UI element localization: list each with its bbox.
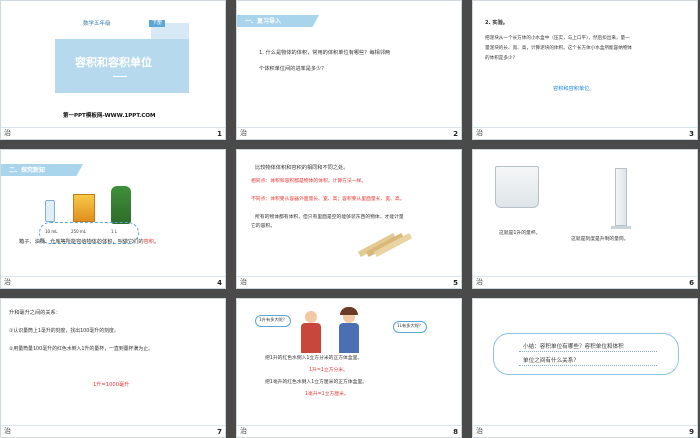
footer-logo: 治 [4, 278, 11, 286]
relation-title: 升和毫升之间的关系： [9, 310, 61, 316]
cereal-box-image [73, 194, 95, 222]
experiment-line-1: 把1升的红色水倒入1立方分米的正方体盒里。 [265, 356, 363, 361]
footer-logo: 治 [4, 427, 11, 435]
result-line-2: 1毫升=1立方厘米。 [305, 392, 349, 397]
answer-note: 容积和容积单位。 [553, 86, 595, 92]
footer-logo: 治 [476, 129, 483, 137]
slide-sorter-grid: 数学五年级 下册 容积和容积单位 第一PPT模板网-WWW.1PPT.COM 治… [0, 0, 700, 438]
grade-label: 数学五年级 [83, 21, 111, 27]
slide-thumbnail-7[interactable]: 升和毫升之间的关系： ①认识量筒上1毫升的刻度，找出100毫升的刻度。 ②用量筒… [0, 298, 226, 438]
green-bottle-image [111, 186, 131, 224]
summary-line-2: 单位之间有什么关系？ [523, 358, 579, 364]
slide-title: 容积和容积单位 [75, 56, 152, 69]
caption-suffix: 。 [153, 239, 160, 245]
comparison-intro: 比较物体体积和容积的相同和不同之处。 [255, 165, 349, 171]
slide-thumbnail-8[interactable]: 1升有多大呢？ 1L有多大呢？ 把1升的红色水倒入1立方分米的正方体盒里。 1升… [236, 298, 462, 438]
caption-prefix: 箱子、油桶、仓库等所能容纳物体的体积，叫做它们的 [19, 239, 144, 245]
question-line-2: 个体积单位间的进率是多少？ [259, 66, 327, 72]
label-1l: 1 L [111, 229, 118, 234]
speech-bubble-right: 1L有多大呢？ [393, 321, 427, 333]
slide-number: 8 [453, 428, 458, 436]
experiment-line-3: 的体积是多少？ [485, 56, 518, 61]
cylinder-base [611, 226, 631, 229]
footer-logo: 治 [240, 427, 247, 435]
experiment-line-2: 把1毫升的红色水倒入1立方厘米的正方体盒里。 [265, 380, 368, 385]
note-line-2: 它的容积。 [251, 224, 275, 229]
footer-logo: 治 [476, 278, 483, 286]
note-line-1: 所有的物体都有体积，但只有里面是空的能够装东西的物体，才能计量 [255, 215, 404, 220]
summary-rule-2 [519, 365, 657, 366]
slide-number: 5 [453, 279, 458, 287]
slide-footer: 治 6 [473, 276, 697, 288]
slide-number: 2 [453, 130, 458, 138]
wood-blocks-image [357, 228, 413, 258]
relation-result: 1升=1000毫升 [93, 382, 130, 388]
result-line-1: 1升=1立方分米。 [309, 368, 348, 373]
measuring-cylinder-image [615, 168, 627, 226]
summary-line-1: 小结：容积单位有哪些？容积单位和体积 [523, 344, 624, 350]
slide-number: 7 [217, 428, 222, 436]
experiment-line-1: 把泥块从一个长方体的小水盒中（压实，与上口平），然后扣出来，量一 [485, 36, 630, 41]
kids-illustration [289, 305, 385, 357]
footer-logo: 治 [4, 129, 11, 137]
footer-logo: 治 [476, 427, 483, 435]
summary-frame [493, 333, 679, 375]
cylinder-caption: 这就是刻度是升制的量筒。 [571, 237, 629, 242]
slide-number: 9 [689, 428, 694, 436]
slide-footer: 治 8 [237, 425, 461, 437]
capacity-caption: 箱子、油桶、仓库等所能容纳物体的体积，叫做它们的容积。 [19, 238, 159, 246]
slide-thumbnail-2[interactable]: 一、复习导入 1. 什么是物体的体积，常用的体积单位有哪些？每相邻两 个体积单位… [236, 0, 462, 140]
slide-thumbnail-3[interactable]: 2. 实验。 把泥块从一个长方体的小水盒中（压实，与上口平），然后扣出来，量一 … [472, 0, 698, 140]
different-point: 不同点：体积要从容器外面量长、宽、高；容积要从里面量长、宽、高。 [251, 197, 405, 202]
relation-item-2: ②用量筒量100毫升的红色水倒入1升的量杯，一直到量杯满为止。 [9, 346, 153, 352]
slide-footer: 治 3 [473, 127, 697, 139]
measuring-cup-image [495, 166, 539, 208]
title-underline [113, 76, 127, 77]
relation-item-1: ①认识量筒上1毫升的刻度，找出100毫升的刻度。 [9, 328, 119, 334]
slide-thumbnail-1[interactable]: 数学五年级 下册 容积和容积单位 第一PPT模板网-WWW.1PPT.COM 治… [0, 0, 226, 140]
slide-footer: 治 9 [473, 425, 697, 437]
section-header: 一、复习导入 [245, 18, 282, 25]
slide-footer: 治 5 [237, 276, 461, 288]
slide-footer: 治 7 [1, 425, 225, 437]
section-header: 二、探究新知 [9, 167, 46, 174]
summary-rule-1 [519, 351, 657, 352]
label-10ml: 10 mL [45, 229, 58, 234]
question-line-1: 1. 什么是物体的体积，常用的体积单位有哪些？每相邻两 [259, 50, 391, 56]
slide-thumbnail-6[interactable]: 这就是1升的量杯。 这就是刻度是升制的量筒。 治 6 [472, 149, 698, 289]
slide-number: 3 [689, 130, 694, 138]
same-point: 相同点：体积和容积都是物体的体积，计算方法一样。 [251, 179, 367, 184]
speech-bubble-left: 1升有多大呢？ [255, 315, 291, 327]
slide-thumbnail-4[interactable]: 二、探究新知 10 mL 250 mL 1 L 箱子、油桶、仓库等所能容纳物体的… [0, 149, 226, 289]
experiment-line-2: 量泥块的长、宽、高，计算泥块的体积。这个长方体小水盒所能容纳物体 [485, 46, 633, 51]
volume-badge: 下册 [149, 20, 166, 27]
credit-text: 第一PPT模板网-WWW.1PPT.COM [63, 113, 156, 119]
slide-footer: 治 2 [237, 127, 461, 139]
label-250ml: 250 mL [71, 229, 87, 234]
caption-keyword: 容积 [143, 239, 154, 245]
slide-number: 6 [689, 279, 694, 287]
slide-number: 4 [217, 279, 222, 287]
slide-number: 1 [217, 130, 222, 138]
slide-thumbnail-9[interactable]: 小结：容积单位有哪些？容积单位和体积 单位之间有什么关系？ 治 9 [472, 298, 698, 438]
cup-caption: 这就是1升的量杯。 [499, 231, 541, 236]
small-bottle-image [45, 200, 55, 222]
footer-logo: 治 [240, 278, 247, 286]
footer-logo: 治 [240, 129, 247, 137]
slide-footer: 治 4 [1, 276, 225, 288]
slide-footer: 治 1 [1, 127, 225, 139]
experiment-title: 2. 实验。 [485, 20, 508, 26]
slide-thumbnail-5[interactable]: 比较物体体积和容积的相同和不同之处。 相同点：体积和容积都是物体的体积，计算方法… [236, 149, 462, 289]
